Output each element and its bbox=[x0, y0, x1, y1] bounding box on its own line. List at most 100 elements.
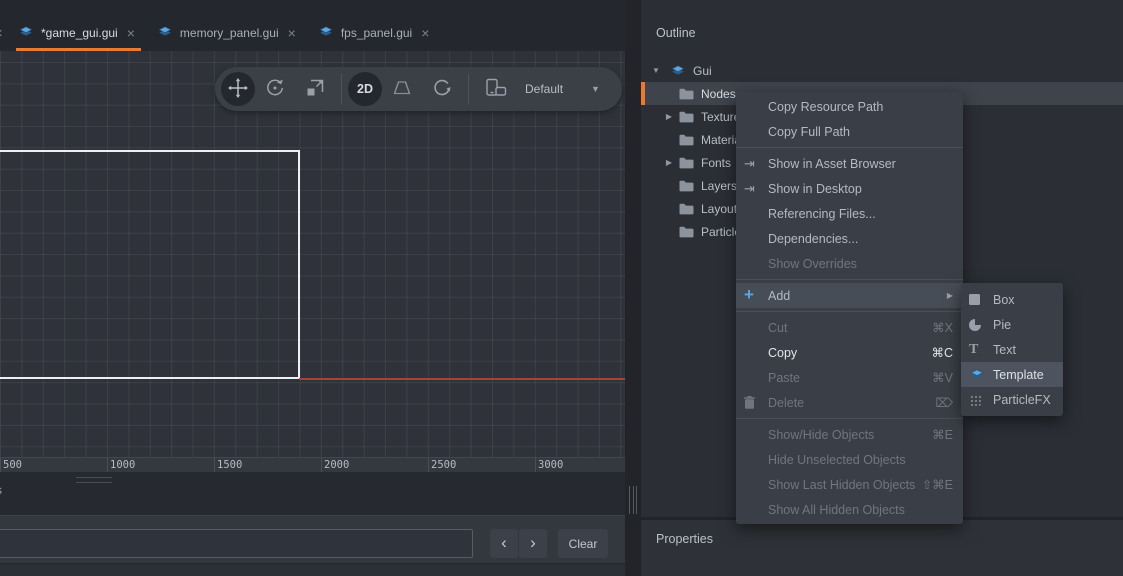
menu-item-shortcut: ⌘X bbox=[932, 320, 953, 335]
submenu-item-particlefx[interactable]: ParticleFX bbox=[961, 387, 1063, 412]
console-tab-partial-label: s bbox=[0, 483, 2, 497]
menu-separator bbox=[736, 311, 963, 312]
mode-2d-label: 2D bbox=[357, 82, 373, 96]
console-panel: s ‹ › Clear bbox=[0, 472, 625, 576]
menu-item-label: Paste bbox=[768, 371, 932, 385]
mode-2d-button[interactable]: 2D bbox=[348, 72, 382, 106]
ruler-tick bbox=[428, 458, 429, 473]
frustum-icon bbox=[392, 80, 412, 99]
menu-item-label: Show Overrides bbox=[768, 257, 953, 271]
move-tool-button[interactable] bbox=[221, 72, 255, 106]
open-external-icon: ⇥ bbox=[744, 156, 768, 172]
viewport-toolbar: 2D bbox=[215, 67, 622, 111]
tree-row-gui[interactable]: ▼ Gui bbox=[641, 59, 1123, 82]
toolbar-separator bbox=[468, 74, 469, 104]
submenu-item-label: Pie bbox=[993, 318, 1055, 332]
submenu-arrow-icon: ▶ bbox=[947, 291, 953, 300]
chevron-right-icon[interactable]: ▶ bbox=[664, 158, 674, 167]
menu-item-copy-resource-path[interactable]: Copy Resource Path bbox=[736, 94, 963, 119]
folder-icon bbox=[679, 88, 694, 100]
folder-icon bbox=[679, 134, 694, 146]
menu-item-referencing-files[interactable]: Referencing Files... bbox=[736, 201, 963, 226]
folder-icon bbox=[679, 203, 694, 215]
submenu-item-box[interactable]: Box bbox=[961, 287, 1063, 312]
menu-item-label: Show in Asset Browser bbox=[768, 157, 953, 171]
menu-item-show-in-asset-browser[interactable]: ⇥Show in Asset Browser bbox=[736, 151, 963, 176]
menu-item-show-overrides: Show Overrides bbox=[736, 251, 963, 276]
menu-item-label: Copy Resource Path bbox=[768, 100, 953, 114]
menu-item-label: Copy Full Path bbox=[768, 125, 953, 139]
console-filter-input[interactable] bbox=[0, 529, 473, 558]
find-next-button[interactable]: › bbox=[519, 529, 547, 558]
menu-item-hide-unselected-objects: Hide Unselected Objects bbox=[736, 447, 963, 472]
tree-row-label: Layers bbox=[701, 179, 737, 193]
close-icon[interactable]: × bbox=[286, 26, 298, 40]
close-icon[interactable]: × bbox=[419, 26, 431, 40]
menu-item-shortcut: ⌘V bbox=[932, 370, 953, 385]
menu-item-copy-full-path[interactable]: Copy Full Path bbox=[736, 119, 963, 144]
menu-item-add[interactable]: +Add▶ bbox=[736, 283, 963, 308]
tab-bar: × *game_gui.gui× memory_panel.gui× fps_pan… bbox=[0, 0, 625, 51]
clear-console-button[interactable]: Clear bbox=[558, 529, 608, 558]
close-icon[interactable]: × bbox=[125, 26, 137, 40]
menu-separator bbox=[736, 279, 963, 280]
x-axis-line bbox=[299, 378, 625, 380]
template-icon bbox=[969, 368, 993, 381]
scene-viewport[interactable] bbox=[0, 51, 625, 457]
ruler-tick bbox=[214, 458, 215, 473]
add-submenu: Box Pie TText Template ParticleFX bbox=[961, 283, 1063, 416]
profile-selector-value[interactable]: Default bbox=[525, 82, 563, 96]
panel-drag-handle[interactable] bbox=[76, 477, 112, 483]
menu-item-label: Show All Hidden Objects bbox=[768, 503, 953, 517]
tab-fps_panelgui[interactable]: fps_panel.gui × bbox=[316, 17, 436, 51]
submenu-item-label: Template bbox=[993, 368, 1055, 382]
menu-item-dependencies[interactable]: Dependencies... bbox=[736, 226, 963, 251]
console-output-area bbox=[0, 563, 625, 576]
folder-icon bbox=[679, 226, 694, 238]
tab-label: fps_panel.gui bbox=[341, 26, 412, 40]
console-search-bar: ‹ › Clear bbox=[0, 515, 625, 563]
open-external-icon: ⇥ bbox=[744, 181, 768, 197]
submenu-item-pie[interactable]: Pie bbox=[961, 312, 1063, 337]
refresh-view-button[interactable] bbox=[422, 72, 462, 106]
menu-item-label: Copy bbox=[768, 346, 931, 360]
tab-game_guigui[interactable]: *game_gui.gui× bbox=[16, 17, 141, 51]
find-previous-button[interactable]: ‹ bbox=[490, 529, 518, 558]
ruler-tick bbox=[107, 458, 108, 473]
menu-item-copy[interactable]: Copy⌘C bbox=[736, 340, 963, 365]
tree-row-label: Gui bbox=[693, 64, 712, 78]
menu-item-paste: Paste⌘V bbox=[736, 365, 963, 390]
editor-left-pane: × *game_gui.gui× memory_panel.gui× fps_pan… bbox=[0, 0, 625, 576]
ruler-tick bbox=[321, 458, 322, 473]
outline-context-menu: Copy Resource Path Copy Full Path ⇥Show in… bbox=[736, 92, 963, 524]
scale-tool-button[interactable] bbox=[295, 72, 335, 106]
gui-file-icon bbox=[318, 25, 334, 41]
chevron-down-icon[interactable]: ▼ bbox=[651, 66, 661, 75]
chevron-down-icon[interactable]: ▼ bbox=[591, 84, 600, 94]
menu-item-shortcut: ⌘C bbox=[931, 345, 953, 360]
frustum-culling-button[interactable] bbox=[382, 72, 422, 106]
tab-memory_panelgui[interactable]: memory_panel.gui× bbox=[155, 17, 302, 51]
menu-item-shortcut: ⌦ bbox=[935, 395, 953, 410]
chevron-right-icon[interactable]: ▶ bbox=[664, 112, 674, 121]
scale-tool-icon bbox=[306, 79, 324, 100]
rotate-tool-button[interactable] bbox=[255, 72, 295, 106]
folder-icon bbox=[679, 180, 694, 192]
device-profile-button[interactable] bbox=[475, 72, 515, 106]
ruler-label: 3000 bbox=[538, 459, 563, 471]
close-icon[interactable]: × bbox=[0, 25, 3, 42]
menu-item-show-in-desktop[interactable]: ⇥Show in Desktop bbox=[736, 176, 963, 201]
plus-icon: + bbox=[744, 288, 768, 303]
submenu-item-text[interactable]: TText bbox=[961, 337, 1063, 362]
ruler-label: 1500 bbox=[217, 459, 242, 471]
menu-item-shortcut: ⇧⌘E bbox=[922, 477, 953, 492]
menu-item-label: Referencing Files... bbox=[768, 207, 953, 221]
device-icon bbox=[484, 78, 507, 100]
trash-icon bbox=[744, 396, 768, 409]
pane-splitter-vertical[interactable] bbox=[625, 0, 641, 576]
tree-row-label: Fonts bbox=[701, 156, 731, 170]
properties-panel: Properties bbox=[641, 520, 1123, 576]
box-icon bbox=[969, 294, 993, 305]
ruler-label: 500 bbox=[3, 459, 22, 471]
submenu-item-template[interactable]: Template bbox=[961, 362, 1063, 387]
